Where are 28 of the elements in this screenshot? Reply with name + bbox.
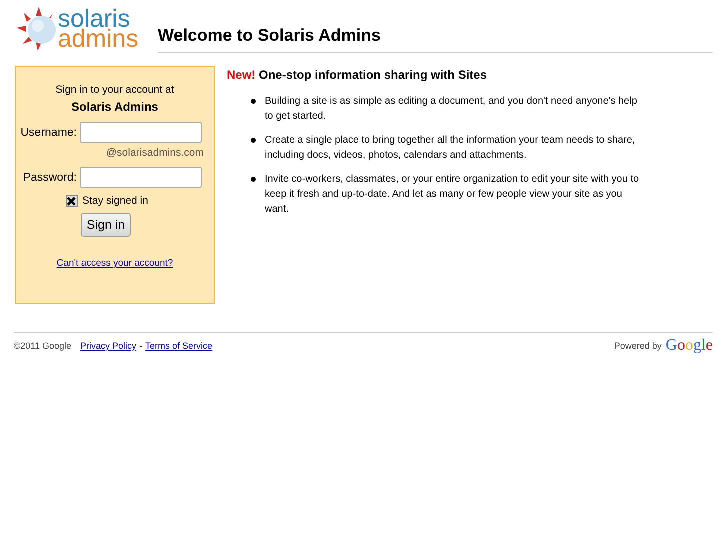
password-field[interactable] [80,167,202,188]
google-logo: Google [666,337,713,355]
logo-wordmark: solaris [58,9,130,29]
logo-wordmark: admins [58,29,139,49]
promo-item: Building a site is as simple as editing a document, and you don't need anyone's help to get started. [265,95,638,124]
new-label: New! [227,68,256,82]
username-label: Username: [20,126,77,138]
password-label: Password: [23,172,77,184]
bullet-icon [251,138,256,143]
terms-link[interactable]: Terms of Service [146,341,213,351]
sign-in-button[interactable]: Sign in [80,213,132,237]
stay-signed-in-label: Stay signed in [82,195,148,207]
page-title: Welcome to Solaris Admins [158,26,713,53]
link-separator: - [140,341,143,351]
bullet-icon [251,177,256,182]
username-field[interactable] [80,122,202,143]
account-help-link[interactable]: Can't access your account? [56,258,174,269]
promo-item: Invite co-workers, classmates, or your entire organization to edit your site with you to keep it fresh and up-to-date. And let as many or few people view your site as you want. [265,173,640,217]
stay-signed-in-checkbox[interactable] [66,195,78,207]
privacy-link[interactable]: Privacy Policy [80,341,137,351]
copyright: ©2011 Google [14,341,72,351]
site-name: Solaris Admins [72,100,158,114]
powered-by-text: Powered by [614,341,662,351]
bullet-icon [251,99,256,104]
promo-heading: One-stop information sharing with Sites [259,68,488,82]
signin-intro: Sign in to your account at [56,84,174,96]
domain-hint: @solarisadmins.com [106,147,204,159]
promo-item: Create a single place to bring together all the information your team needs to share, including docs, videos, photos, calendars and attachments. [265,134,636,163]
